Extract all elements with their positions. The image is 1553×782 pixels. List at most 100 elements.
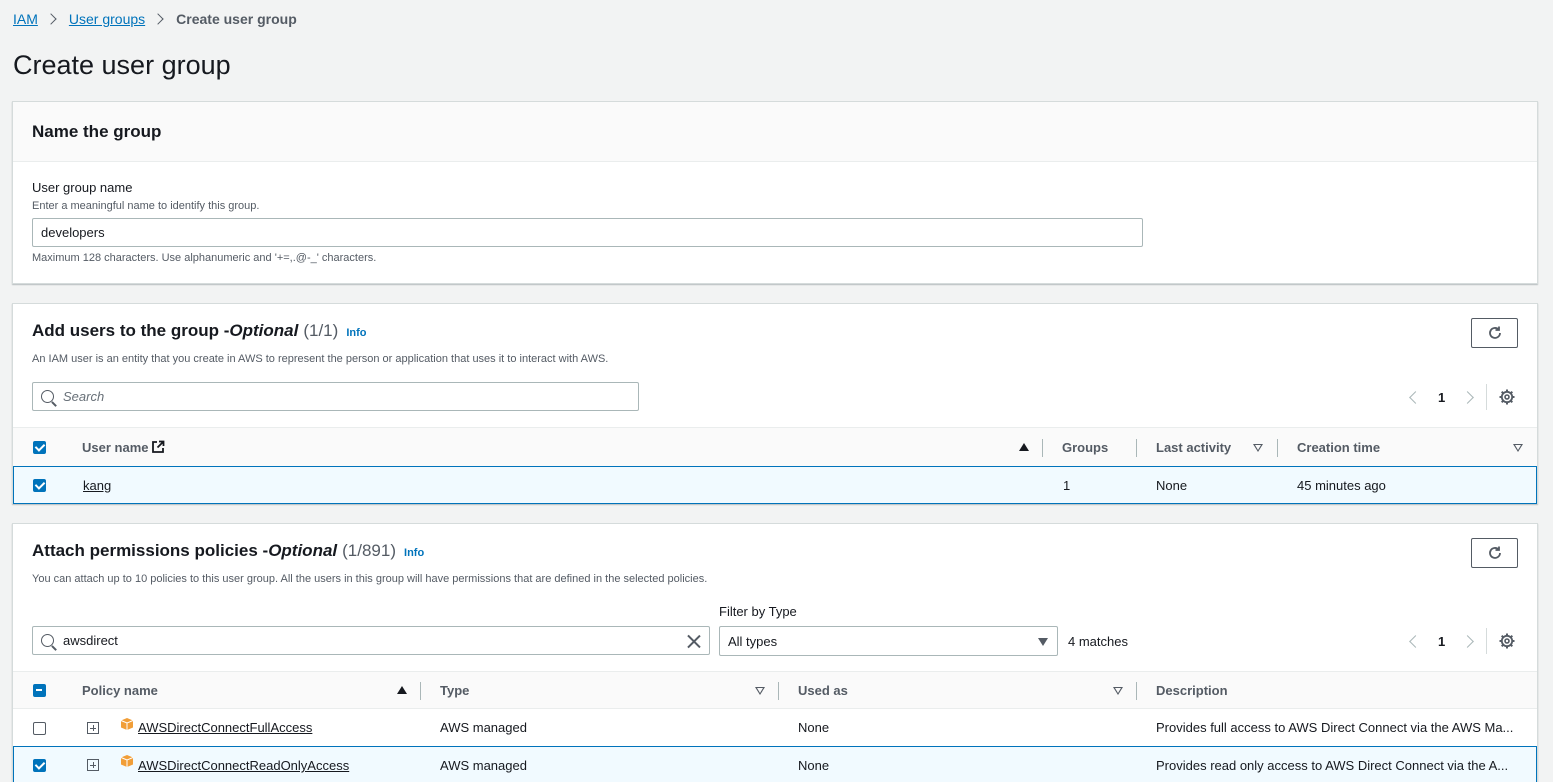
- row-checkbox[interactable]: [33, 722, 46, 735]
- aws-managed-package-icon: [120, 755, 134, 767]
- settings-gear-icon[interactable]: [1499, 633, 1515, 649]
- column-last-activity[interactable]: Last activity: [1156, 428, 1231, 466]
- policies-pagination: 1: [1409, 628, 1515, 654]
- user-group-name-constraint: Maximum 128 characters. Use alphanumeric…: [32, 252, 377, 264]
- policy-name-link[interactable]: AWSDirectConnectReadOnlyAccess: [138, 747, 349, 782]
- row-checkbox[interactable]: [33, 759, 46, 772]
- add-users-title: Add users to the group - Optional (1/1) …: [32, 321, 366, 341]
- previous-page-icon[interactable]: [1409, 390, 1422, 404]
- breadcrumb: IAM User groups Create user group: [13, 11, 297, 27]
- column-user-name-label: User name: [82, 439, 149, 455]
- column-description[interactable]: Description: [1156, 672, 1228, 708]
- sort-caret-icon[interactable]: [1253, 444, 1263, 452]
- attach-policies-optional: Optional: [268, 541, 338, 560]
- row-checkbox[interactable]: [33, 479, 46, 492]
- select-all-users-checkbox[interactable]: [33, 441, 46, 454]
- policy-name-link[interactable]: AWSDirectConnectFullAccess: [138, 709, 312, 746]
- policies-page-number[interactable]: 1: [1438, 634, 1445, 649]
- users-refresh-button[interactable]: [1471, 318, 1518, 348]
- column-separator: [778, 682, 779, 700]
- column-creation-time[interactable]: Creation time: [1297, 428, 1380, 466]
- name-group-header: Name the group: [13, 102, 1537, 162]
- page-title: Create user group: [13, 50, 231, 80]
- breadcrumb-current: Create user group: [176, 11, 297, 27]
- name-group-title: Name the group: [32, 122, 162, 141]
- pager-divider: [1486, 384, 1488, 410]
- search-icon: [41, 634, 54, 647]
- user-creation-time-cell: 45 minutes ago: [1297, 477, 1386, 493]
- users-pagination: 1: [1409, 384, 1515, 410]
- expand-plus-icon[interactable]: [87, 722, 99, 734]
- next-page-icon[interactable]: [1461, 390, 1475, 404]
- refresh-icon: [1488, 326, 1501, 339]
- user-group-name-input[interactable]: developers: [32, 218, 1143, 247]
- sort-caret-icon[interactable]: [1113, 687, 1123, 695]
- policy-used-as-cell: None: [798, 758, 830, 773]
- clear-search-icon[interactable]: [687, 634, 701, 648]
- matches-count: 4 matches: [1068, 634, 1128, 649]
- previous-page-icon[interactable]: [1409, 634, 1422, 648]
- policy-type-cell: AWS managed: [440, 758, 527, 773]
- add-users-subtitle: An IAM user is an entity that you create…: [32, 353, 609, 365]
- filter-by-type-label: Filter by Type: [719, 604, 797, 619]
- column-separator: [1042, 439, 1043, 457]
- policies-table-header: Policy name Type Used as Description: [13, 671, 1537, 709]
- table-row[interactable]: AWSDirectConnectReadOnlyAccess AWS manag…: [13, 746, 1537, 782]
- sort-caret-icon[interactable]: [1513, 444, 1523, 452]
- user-group-name-value: developers: [41, 225, 105, 240]
- next-page-icon[interactable]: [1461, 634, 1475, 648]
- column-groups[interactable]: Groups: [1062, 428, 1108, 466]
- user-groups-cell: 1: [1063, 477, 1071, 493]
- user-group-name-description: Enter a meaningful name to identify this…: [32, 200, 260, 212]
- add-users-info-link[interactable]: Info: [346, 327, 366, 339]
- column-type[interactable]: Type: [440, 672, 469, 708]
- column-separator: [1136, 439, 1137, 457]
- table-row[interactable]: kang 1 None 45 minutes ago: [13, 466, 1537, 504]
- column-used-as[interactable]: Used as: [798, 672, 848, 708]
- chevron-right-icon: [45, 13, 57, 25]
- table-row[interactable]: AWSDirectConnectFullAccess AWS managed N…: [13, 709, 1537, 747]
- attach-policies-title: Attach permissions policies - Optional (…: [32, 541, 424, 561]
- breadcrumb-iam-link[interactable]: IAM: [13, 11, 38, 27]
- column-separator: [420, 682, 421, 700]
- breadcrumb-user-groups-link[interactable]: User groups: [69, 11, 145, 27]
- chevron-right-icon: [152, 13, 164, 25]
- policy-type-cell: AWS managed: [440, 720, 527, 735]
- user-name-link[interactable]: kang: [83, 467, 111, 503]
- users-search-input[interactable]: Search: [32, 382, 639, 411]
- user-group-name-label: User group name: [32, 180, 133, 195]
- attach-policies-card: Attach permissions policies - Optional (…: [12, 523, 1538, 782]
- settings-gear-icon[interactable]: [1499, 389, 1515, 405]
- attach-policies-count: (1/891): [342, 541, 397, 560]
- search-icon: [41, 390, 54, 403]
- policies-search-value: awsdirect: [63, 633, 118, 648]
- column-policy-name[interactable]: Policy name: [82, 672, 158, 708]
- attach-policies-subtitle: You can attach up to 10 policies to this…: [32, 573, 708, 585]
- add-users-count: (1/1): [303, 321, 339, 340]
- sort-ascending-icon[interactable]: [397, 686, 407, 694]
- refresh-icon: [1488, 546, 1501, 559]
- filter-by-type-select[interactable]: All types: [719, 626, 1058, 656]
- column-user-name[interactable]: User name: [82, 428, 165, 466]
- add-users-title-text: Add users to the group -: [32, 321, 230, 340]
- sort-ascending-icon[interactable]: [1019, 443, 1029, 451]
- attach-policies-info-link[interactable]: Info: [404, 547, 424, 559]
- column-separator: [1277, 439, 1278, 457]
- select-all-policies-checkbox[interactable]: [33, 684, 46, 697]
- name-group-card: Name the group User group name Enter a m…: [12, 101, 1538, 284]
- filter-by-type-value: All types: [728, 633, 778, 649]
- sort-caret-icon[interactable]: [755, 687, 765, 695]
- policies-search-input[interactable]: awsdirect: [32, 626, 710, 655]
- aws-managed-package-icon: [120, 718, 134, 730]
- policies-refresh-button[interactable]: [1471, 538, 1518, 568]
- expand-plus-icon[interactable]: [87, 759, 99, 771]
- pager-divider: [1486, 628, 1488, 654]
- users-table-header: User name Groups Last activity Creation …: [13, 427, 1537, 467]
- users-page-number[interactable]: 1: [1438, 390, 1445, 405]
- policy-used-as-cell: None: [798, 720, 830, 735]
- user-last-activity-cell: None: [1156, 477, 1188, 493]
- column-separator: [1136, 682, 1137, 700]
- add-users-card: Add users to the group - Optional (1/1) …: [12, 303, 1538, 504]
- add-users-optional: Optional: [229, 321, 299, 340]
- external-link-icon: [152, 440, 165, 453]
